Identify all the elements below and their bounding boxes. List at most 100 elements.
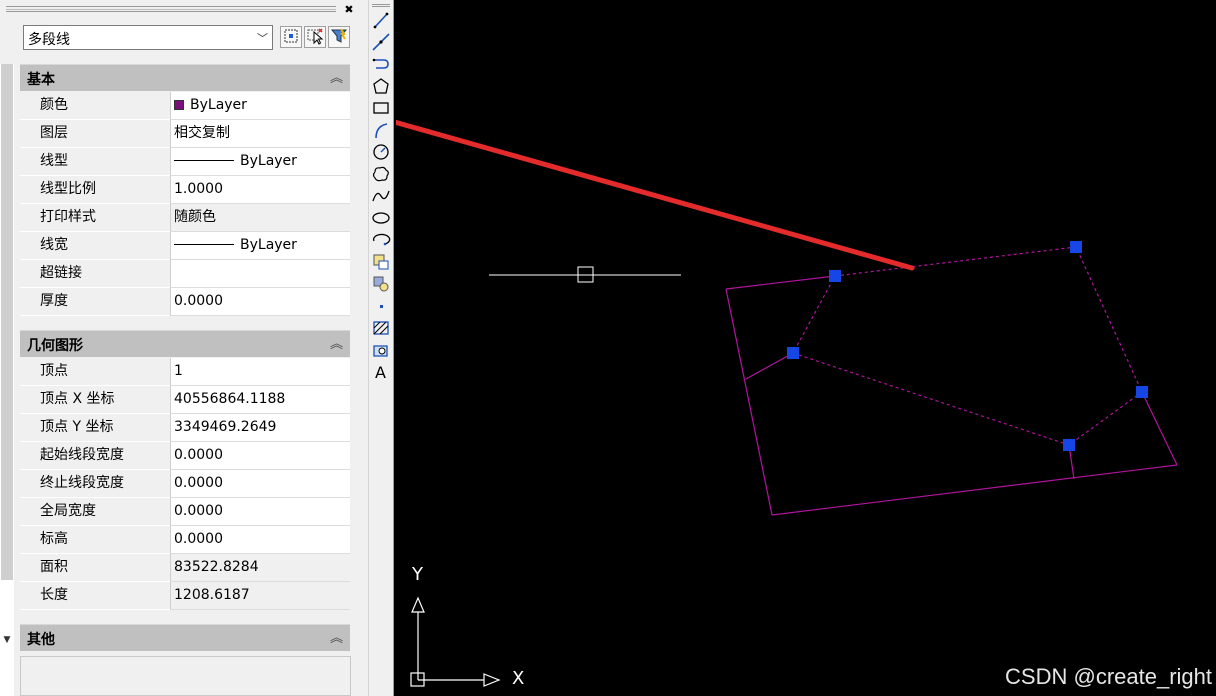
prop-label: 线宽	[20, 232, 170, 260]
toggle-pickadd-icon[interactable]	[280, 26, 302, 48]
select-objects-icon[interactable]	[304, 26, 326, 48]
crosshair-cursor	[489, 266, 681, 283]
prop-row-end-width[interactable]: 终止线段宽度 0.0000	[20, 470, 350, 498]
ucs-icon	[410, 596, 501, 687]
prop-row-length[interactable]: 长度 1208.6187	[20, 582, 350, 610]
palette-scrollbar-thumb[interactable]	[1, 64, 13, 580]
prop-row-hyperlink[interactable]: 超链接	[20, 260, 350, 288]
object-type-value: 多段线	[28, 32, 70, 48]
axis-x-label: X	[512, 668, 525, 689]
lineweight-sample	[174, 244, 234, 245]
polygon-icon[interactable]	[370, 76, 392, 96]
prop-value[interactable]: 1.0000	[170, 176, 350, 204]
arc-icon[interactable]	[370, 120, 392, 140]
prop-row-elevation[interactable]: 标高 0.0000	[20, 526, 350, 554]
spline-icon[interactable]	[370, 186, 392, 206]
section-title: 其他	[27, 632, 55, 648]
prop-label: 顶点	[20, 358, 170, 386]
outer-polygon[interactable]	[725, 275, 1178, 516]
prop-value: 83522.8284	[170, 554, 350, 582]
prop-row-plot-style[interactable]: 打印样式 随颜色	[20, 204, 350, 232]
collapse-icon[interactable]: ︽	[330, 333, 343, 352]
prop-label: 起始线段宽度	[20, 442, 170, 470]
point-icon[interactable]	[370, 296, 392, 316]
prop-value: 随颜色	[170, 204, 350, 232]
prop-row-start-width[interactable]: 起始线段宽度 0.0000	[20, 442, 350, 470]
prop-value[interactable]: ByLayer	[170, 232, 350, 260]
prop-value[interactable]: ByLayer	[170, 92, 350, 120]
prop-value[interactable]	[170, 260, 350, 288]
prop-row-area[interactable]: 面积 83522.8284	[20, 554, 350, 582]
quick-select-icon[interactable]	[328, 26, 350, 48]
prop-row-color[interactable]: 颜色 ByLayer	[20, 92, 350, 120]
region-icon[interactable]	[370, 340, 392, 360]
prop-value[interactable]: 0.0000	[170, 442, 350, 470]
prop-row-vertex-x[interactable]: 顶点 X 坐标 40556864.1188	[20, 386, 350, 414]
drawing-canvas[interactable]: Y X CSDN @create_right	[396, 0, 1216, 696]
toolbar-grip[interactable]	[372, 4, 390, 7]
prop-row-global-width[interactable]: 全局宽度 0.0000	[20, 498, 350, 526]
prop-row-linetype-scale[interactable]: 线型比例 1.0000	[20, 176, 350, 204]
selected-polyline[interactable]	[792, 246, 1143, 446]
vertex-grip[interactable]	[1136, 386, 1148, 398]
object-type-select[interactable]: 多段线 ﹀	[23, 25, 273, 50]
prop-value[interactable]: 相交复制	[170, 120, 350, 148]
palette-grip[interactable]	[6, 6, 336, 12]
construction-line-icon[interactable]	[370, 32, 392, 52]
prop-value[interactable]: 1	[170, 358, 350, 386]
scroll-down-icon[interactable]: ▼	[0, 632, 14, 648]
prop-label: 打印样式	[20, 204, 170, 232]
prop-label: 线型	[20, 148, 170, 176]
vertex-grip[interactable]	[787, 347, 799, 359]
section-basic-header[interactable]: 基本 ︽	[20, 64, 350, 91]
close-icon[interactable]: ✖	[342, 3, 356, 17]
line-icon[interactable]	[370, 10, 392, 30]
ellipse-arc-icon[interactable]	[370, 230, 392, 250]
prop-value[interactable]: 3349469.2649	[170, 414, 350, 442]
section-other-body	[20, 656, 351, 696]
prop-value[interactable]: ByLayer	[170, 148, 350, 176]
prop-value-text: ByLayer	[240, 237, 297, 253]
prop-value[interactable]: 0.0000	[170, 526, 350, 554]
prop-value[interactable]: 0.0000	[170, 470, 350, 498]
prop-label: 顶点 Y 坐标	[20, 414, 170, 442]
prop-label: 超链接	[20, 260, 170, 288]
prop-label: 终止线段宽度	[20, 470, 170, 498]
insert-block-icon[interactable]	[370, 252, 392, 272]
collapse-icon[interactable]: ︽	[330, 67, 343, 86]
make-block-icon[interactable]	[370, 274, 392, 294]
prop-value: 1208.6187	[170, 582, 350, 610]
prop-row-thickness[interactable]: 厚度 0.0000	[20, 288, 350, 316]
prop-row-layer[interactable]: 图层 相交复制	[20, 120, 350, 148]
vertex-grip[interactable]	[1070, 241, 1082, 253]
circle-icon[interactable]	[370, 142, 392, 162]
section-title: 基本	[27, 72, 55, 88]
prop-value-text: ByLayer	[240, 153, 297, 169]
text-icon[interactable]: A	[370, 362, 392, 382]
prop-row-vertex[interactable]: 顶点 1	[20, 358, 350, 386]
polyline-icon[interactable]	[370, 54, 392, 74]
prop-label: 图层	[20, 120, 170, 148]
vertex-grips[interactable]	[787, 241, 1148, 451]
section-other-header[interactable]: 其他 ︽	[20, 624, 350, 651]
prop-label: 顶点 X 坐标	[20, 386, 170, 414]
prop-value[interactable]: 40556864.1188	[170, 386, 350, 414]
collapse-icon[interactable]: ︽	[330, 627, 343, 646]
vertex-grip[interactable]	[829, 270, 841, 282]
rectangle-icon[interactable]	[370, 98, 392, 118]
prop-row-lineweight[interactable]: 线宽 ByLayer	[20, 232, 350, 260]
prop-row-vertex-y[interactable]: 顶点 Y 坐标 3349469.2649	[20, 414, 350, 442]
annotation-arrow	[396, 119, 915, 271]
prop-label: 全局宽度	[20, 498, 170, 526]
ellipse-icon[interactable]	[370, 208, 392, 228]
vertex-grip[interactable]	[1063, 439, 1075, 451]
section-geometry-header[interactable]: 几何图形 ︽	[20, 330, 350, 357]
svg-text:A: A	[375, 363, 386, 382]
prop-value[interactable]: 0.0000	[170, 288, 350, 316]
chevron-down-icon[interactable]: ﹀	[257, 30, 268, 46]
revision-cloud-icon[interactable]	[370, 164, 392, 184]
prop-label: 厚度	[20, 288, 170, 316]
hatch-icon[interactable]	[370, 318, 392, 338]
prop-value[interactable]: 0.0000	[170, 498, 350, 526]
prop-row-linetype[interactable]: 线型 ByLayer	[20, 148, 350, 176]
